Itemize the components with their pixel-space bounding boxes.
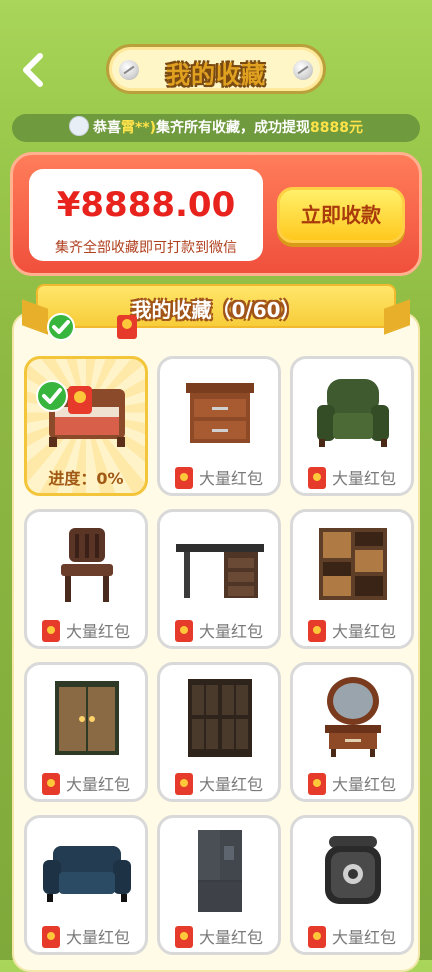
item-caption-text: 大量红包 [198, 775, 263, 794]
top-bar: 我的收藏 [0, 0, 432, 112]
collection-item-wardrobe[interactable]: 大量红包 [24, 662, 148, 802]
item-caption-text: 大量红包 [65, 775, 130, 794]
wardrobe-icon [55, 681, 119, 755]
collection-item-rice-cooker[interactable]: 大量红包 [290, 815, 414, 955]
item-caption: 大量红包 [27, 618, 145, 642]
vanity-icon [325, 677, 381, 757]
collection-item-chair[interactable]: 大量红包 [24, 509, 148, 649]
red-envelope-icon [68, 386, 92, 414]
item-caption: 大量红包 [293, 618, 411, 642]
collection-item-cabinet[interactable]: 大量红包 [290, 509, 414, 649]
red-envelope-icon [307, 773, 326, 795]
red-envelope-icon [174, 926, 193, 948]
red-envelope-icon [174, 620, 193, 642]
red-envelope-icon [117, 315, 137, 339]
page-title: 我的收藏 [166, 61, 266, 89]
collection-item-armchair[interactable]: 大量红包 [290, 356, 414, 496]
check-icon [36, 380, 68, 412]
refrigerator-icon [198, 830, 242, 912]
red-envelope-icon [307, 467, 326, 489]
collection-item-nightstand[interactable]: 大量红包 [157, 356, 281, 496]
item-caption-text: 大量红包 [331, 775, 396, 794]
item-caption: 大量红包 [160, 771, 278, 795]
item-caption-text: 大量红包 [65, 622, 130, 641]
check-icon [47, 313, 75, 341]
chair-icon [61, 528, 113, 602]
red-envelope-icon [41, 773, 60, 795]
item-caption: 大量红包 [27, 924, 145, 948]
item-caption: 大量红包 [293, 465, 411, 489]
nightstand-icon [186, 383, 254, 443]
red-envelope-icon [174, 467, 193, 489]
collection-item-refrigerator[interactable]: 大量红包 [157, 815, 281, 955]
item-caption-text: 大量红包 [331, 469, 396, 488]
title-plate: 我的收藏 [106, 44, 326, 94]
bookcase-icon [188, 679, 252, 757]
collection-item-desk[interactable]: 大量红包 [157, 509, 281, 649]
balance-subtitle: 集齐全部收藏即可打款到微信 [55, 240, 237, 256]
item-caption: 大量红包 [160, 924, 278, 948]
item-caption: 大量红包 [293, 771, 411, 795]
sofa-icon [43, 846, 131, 902]
item-caption: 进度：0% [27, 465, 145, 489]
item-caption-text: 大量红包 [198, 622, 263, 641]
claim-button[interactable]: 立即收款 [277, 187, 405, 243]
item-caption: 大量红包 [160, 618, 278, 642]
ticker-middle: 集齐所有收藏，成功提现 [156, 120, 311, 136]
chevron-left-icon [23, 53, 43, 87]
item-caption-text: 大量红包 [331, 622, 396, 641]
cabinet-icon [319, 528, 387, 600]
item-caption-text: 大量红包 [65, 928, 130, 947]
rice-cooker-icon [325, 836, 381, 904]
item-caption-text: 进度：0% [48, 469, 124, 488]
balance-amount: ¥8888.00 [56, 185, 236, 225]
screw-icon [293, 60, 313, 80]
avatar [68, 116, 89, 136]
armchair-icon [317, 379, 389, 447]
red-envelope-icon [307, 620, 326, 642]
collection-item-bookcase[interactable]: 大量红包 [157, 662, 281, 802]
collection-title: 我的收藏（0/60） [131, 298, 301, 322]
item-caption-text: 大量红包 [198, 928, 263, 947]
ticker-name: 霄**) [120, 120, 157, 136]
red-envelope-icon [307, 926, 326, 948]
red-envelope-icon [41, 620, 60, 642]
red-envelope-icon [41, 926, 60, 948]
collection-item-vanity[interactable]: 大量红包 [290, 662, 414, 802]
item-caption-text: 大量红包 [331, 928, 396, 947]
collection-ribbon: 我的收藏（0/60） [36, 284, 396, 328]
ticker-prefix: 恭喜 [92, 120, 121, 136]
item-caption: 大量红包 [160, 465, 278, 489]
balance-box: ¥8888.00 集齐全部收藏即可打款到微信 [29, 169, 263, 261]
ticker-amount: 8888元 [310, 120, 363, 136]
collection-item-sofa[interactable]: 大量红包 [24, 815, 148, 955]
red-envelope-icon [174, 773, 193, 795]
back-button[interactable] [14, 48, 54, 92]
item-caption: 大量红包 [27, 771, 145, 795]
balance-card: ¥8888.00 集齐全部收藏即可打款到微信 立即收款 [10, 152, 422, 276]
desk-icon [176, 544, 264, 598]
item-caption-text: 大量红包 [198, 469, 263, 488]
collection-item-bed[interactable]: 进度：0% [24, 356, 148, 496]
winner-ticker: 恭喜霄**)集齐所有收藏，成功提现8888元 [12, 114, 420, 142]
item-caption: 大量红包 [293, 924, 411, 948]
